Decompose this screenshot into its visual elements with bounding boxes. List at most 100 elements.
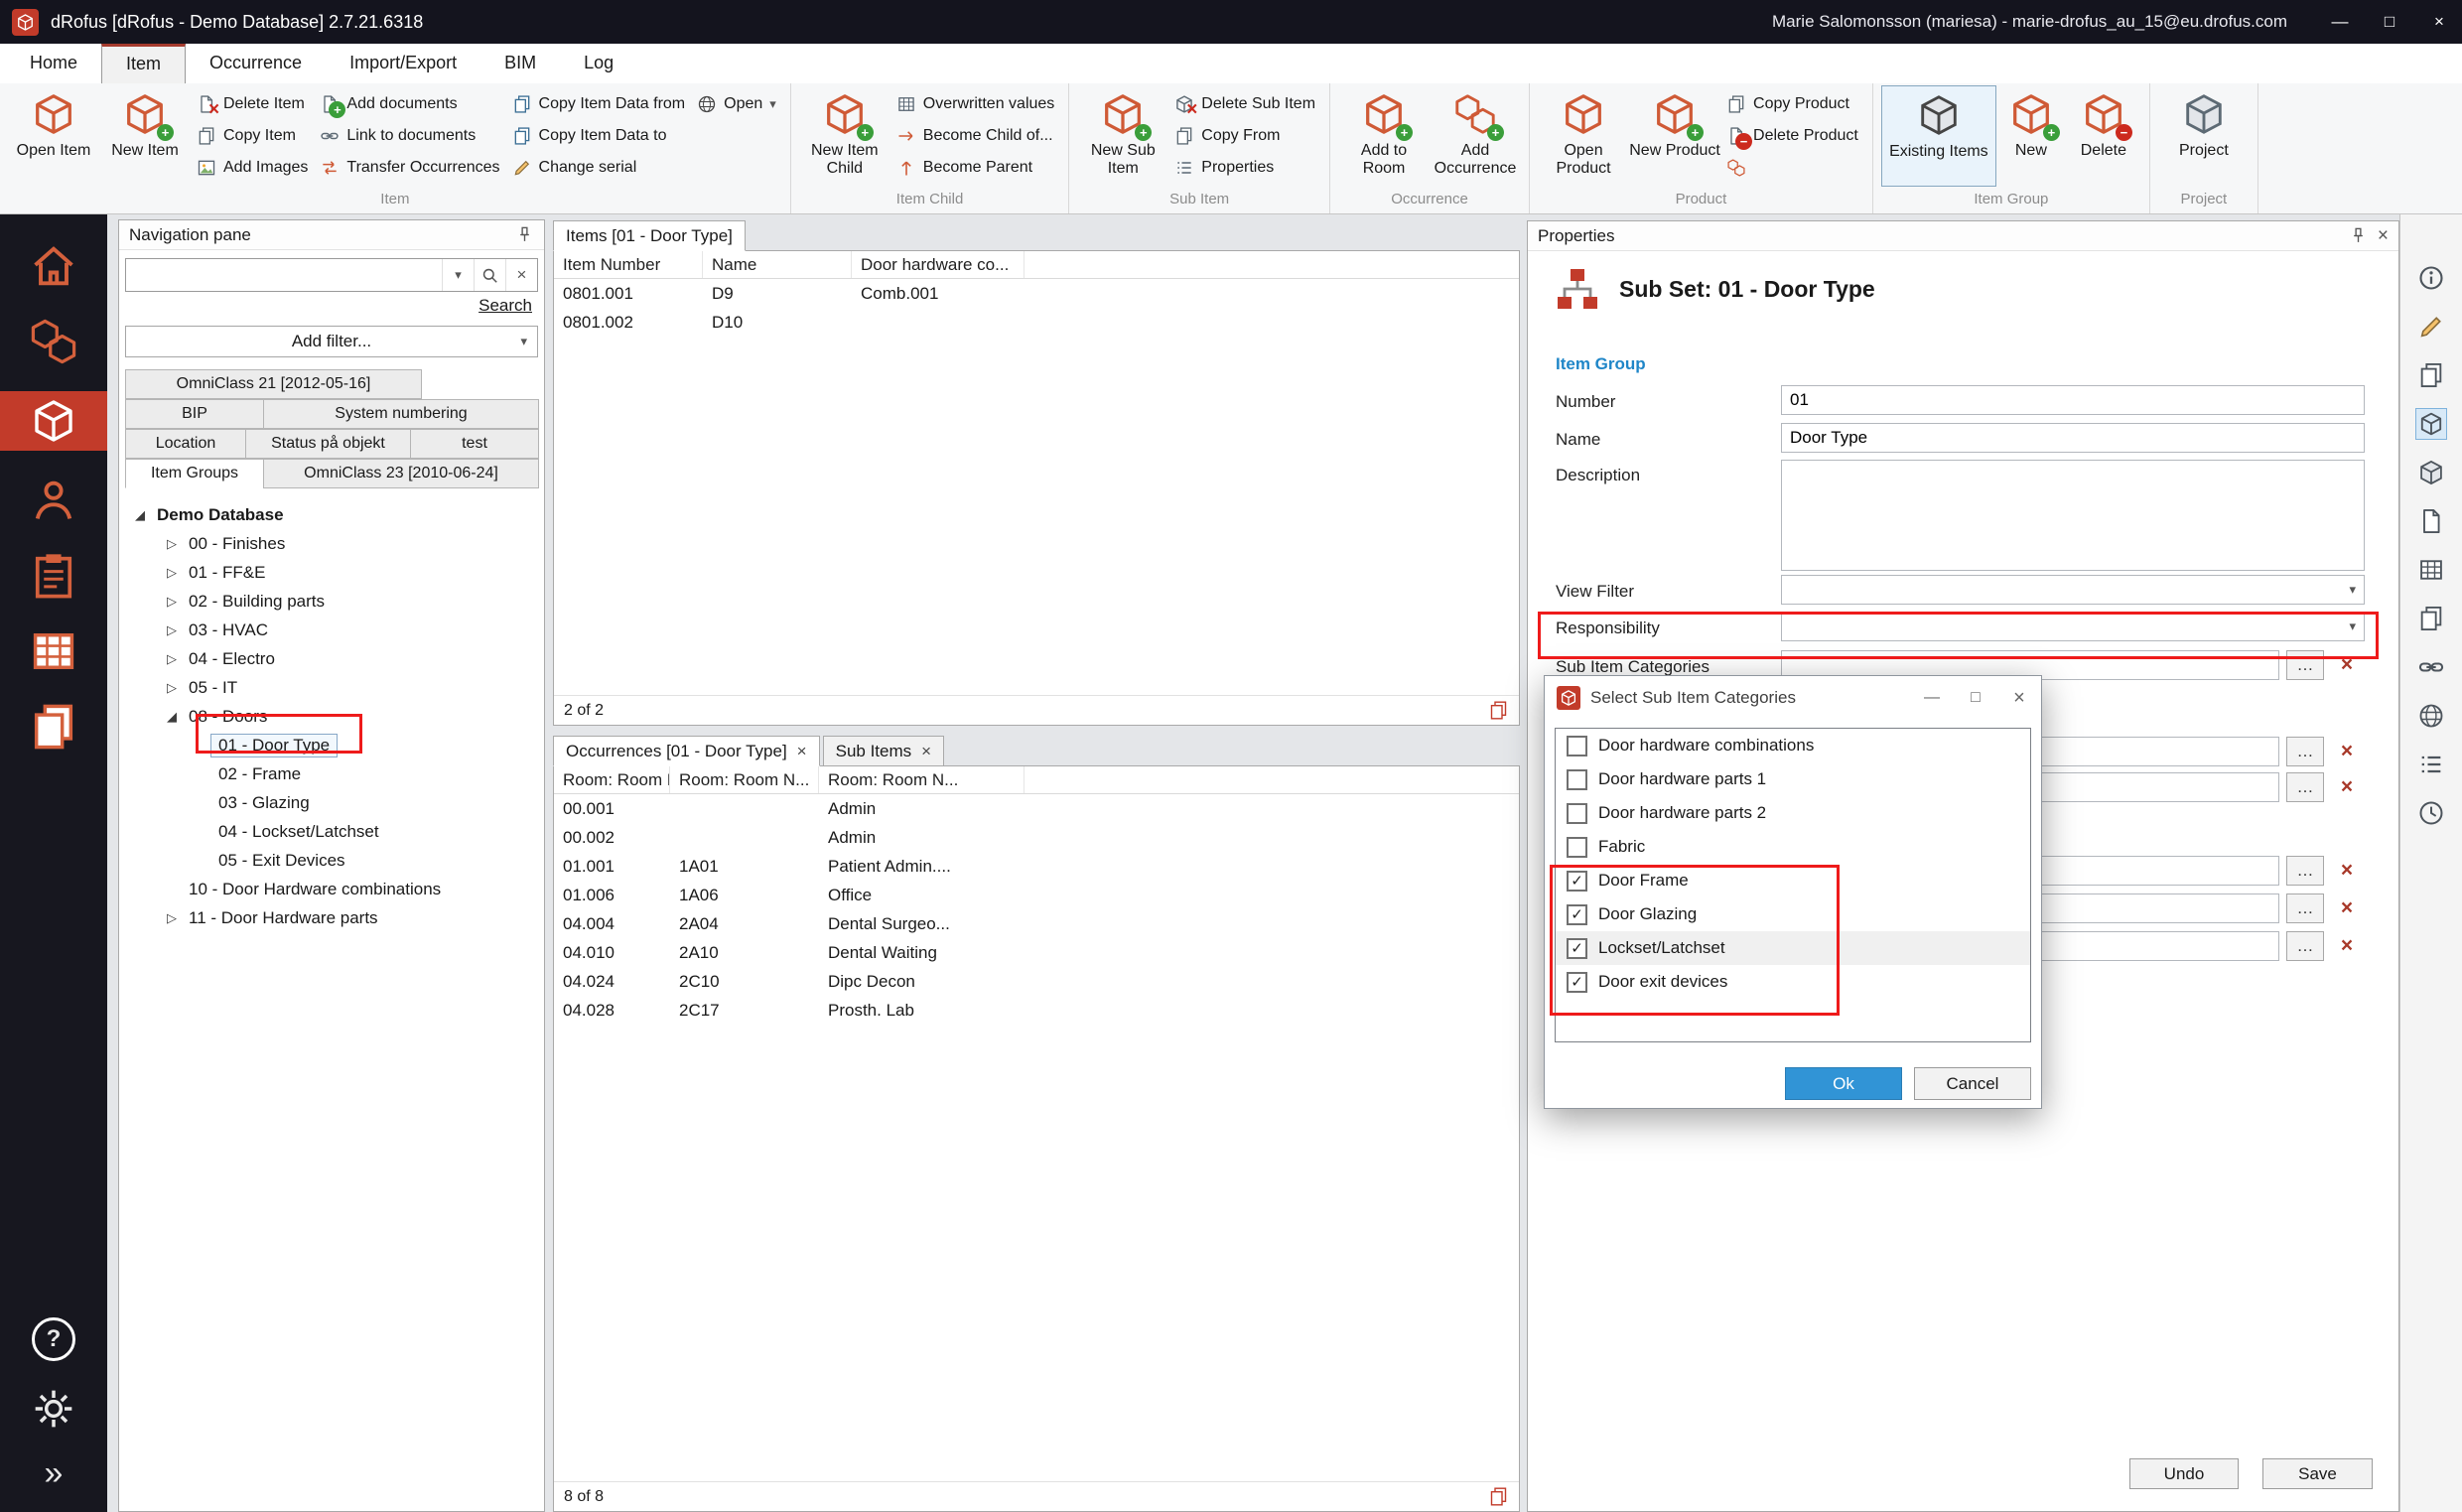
report-icon[interactable] [1488,1486,1509,1507]
new-item-button[interactable]: New Item [99,85,191,187]
checkbox-unchecked[interactable] [1567,736,1587,756]
add-documents-button[interactable]: Add documents [314,88,505,120]
delete-item-group-button[interactable]: Delete [2066,85,2141,187]
save-button[interactable]: Save [2262,1458,2373,1489]
sub-item-categories-clear-icon[interactable]: × [2330,650,2364,680]
view-filter-dropdown[interactable]: ▾ [1781,575,2365,605]
form-icon[interactable] [2415,311,2447,343]
tab-log[interactable]: Log [560,44,637,83]
search-icon[interactable] [474,259,505,291]
tree-root[interactable]: ◢ Demo Database [119,500,544,529]
copy-product-button[interactable]: Copy Product [1720,88,1864,120]
sub-item-categories-browse-button[interactable]: … [2286,650,2324,680]
products-module-icon[interactable] [26,550,81,602]
copy-item-data-to-button[interactable]: Copy Item Data to [506,120,692,152]
reports-module-icon[interactable] [26,701,81,753]
expander-icon[interactable]: ▷ [167,680,189,696]
open-item-button[interactable]: Open Item [8,85,99,187]
sub-items-tab[interactable]: Sub Items × [823,736,944,766]
checkbox-checked[interactable]: ✓ [1567,972,1587,993]
info-icon[interactable] [2415,262,2447,294]
close-tab-icon[interactable]: × [921,742,931,761]
nav-tab-bip[interactable]: BIP [125,399,264,429]
nav-tab-location[interactable]: Location [125,429,246,459]
category-option[interactable]: Door hardware combinations [1556,729,2030,762]
table-row[interactable]: 00.001Admin [554,794,1519,823]
project-button[interactable]: Project [2158,85,2250,187]
table-row[interactable]: 04.0042A04Dental Surgeo... [554,909,1519,938]
copy-icon[interactable] [2415,359,2447,391]
tree-item[interactable]: 03 - Glazing [119,788,544,817]
change-serial-button[interactable]: Change serial [506,152,692,184]
add-to-room-button[interactable]: Add to Room [1338,85,1430,187]
tree-item[interactable]: 10 - Door Hardware combinations [119,875,544,903]
tree-item[interactable]: 05 - Exit Devices [119,846,544,875]
cancel-button[interactable]: Cancel [1914,1067,2031,1100]
close-tab-icon[interactable]: × [797,742,807,761]
existing-items-button[interactable]: Existing Items [1881,85,1996,187]
minimize-button[interactable]: — [2317,0,2363,44]
add-occurrence-button[interactable]: Add Occurrence [1430,85,1521,187]
tree-item[interactable]: ▷03 - HVAC [119,616,544,644]
properties-panel-icon[interactable] [2415,408,2447,440]
nav-tab-omniclass21[interactable]: OmniClass 21 [2012-05-16] [125,369,422,399]
report-icon[interactable] [1488,700,1509,721]
category-option[interactable]: Door hardware parts 2 [1556,796,2030,830]
add-images-button[interactable]: Add Images [191,152,314,184]
browse-button[interactable]: … [2286,856,2324,886]
table-row[interactable]: 01.0061A06Office [554,881,1519,909]
ok-button[interactable]: Ok [1785,1067,1902,1100]
close-pane-icon[interactable]: × [2378,225,2389,247]
tab-bim[interactable]: BIM [480,44,560,83]
responsibility-dropdown[interactable]: ▾ [1781,612,2365,641]
table-row[interactable]: 04.0282C17Prosth. Lab [554,996,1519,1025]
web-icon[interactable] [2415,700,2447,732]
help-icon[interactable]: ? [32,1317,75,1361]
delete-sub-item-button[interactable]: Delete Sub Item [1168,88,1321,120]
tree-item[interactable]: 02 - Frame [119,759,544,788]
tree-item[interactable]: ▷04 - Electro [119,644,544,673]
column-header[interactable]: Name [703,251,852,278]
browse-button[interactable]: … [2286,737,2324,766]
add-filter-dropdown[interactable]: Add filter... ▾ [125,326,538,357]
expand-rail-icon[interactable]: » [45,1456,64,1490]
new-item-group-button[interactable]: New [1996,85,2066,187]
become-child-of-button[interactable]: Become Child of... [890,120,1061,152]
expander-icon[interactable]: ▷ [167,536,189,552]
search-input[interactable] [126,259,442,291]
browse-button[interactable]: … [2286,931,2324,961]
expander-icon[interactable]: ◢ [167,709,189,725]
tab-occurrence[interactable]: Occurrence [186,44,326,83]
properties-button[interactable]: Properties [1168,152,1321,184]
new-item-child-button[interactable]: New Item Child [799,85,890,187]
history-clock-icon[interactable] [2415,797,2447,829]
clear-icon[interactable]: × [2330,931,2364,961]
document-icon[interactable] [2415,505,2447,537]
copy-from-button[interactable]: Copy From [1168,120,1321,152]
description-field[interactable] [1781,460,2365,571]
new-sub-item-button[interactable]: New Sub Item [1077,85,1168,187]
tab-item[interactable]: Item [101,44,186,83]
browse-button[interactable]: … [2286,772,2324,802]
minimize-button[interactable]: — [1910,676,1954,720]
table-row[interactable]: 04.0102A10Dental Waiting [554,938,1519,967]
nav-tab-status[interactable]: Status på objekt [245,429,411,459]
tab-import-export[interactable]: Import/Export [326,44,480,83]
settings-gear-icon[interactable] [32,1387,75,1431]
grid-icon[interactable] [2415,554,2447,586]
expander-icon[interactable]: ▷ [167,910,189,926]
clear-icon[interactable]: × [2330,893,2364,923]
clear-icon[interactable]: × [2330,737,2364,766]
table-row[interactable]: 0801.001 D9 Comb.001 [554,279,1519,308]
chevron-down-icon[interactable]: ▾ [442,259,474,291]
tree-item[interactable]: 04 - Lockset/Latchset [119,817,544,846]
occurrences-tab[interactable]: Occurrences [01 - Door Type] × [553,736,820,766]
close-button[interactable]: × [1997,676,2041,720]
persons-module-icon[interactable] [26,475,81,526]
checkbox-checked[interactable]: ✓ [1567,938,1587,959]
become-parent-button[interactable]: Become Parent [890,152,1061,184]
products-icon[interactable] [2415,457,2447,488]
tab-home[interactable]: Home [6,44,101,83]
systems-module-icon[interactable] [26,625,81,677]
link-icon[interactable] [2415,651,2447,683]
